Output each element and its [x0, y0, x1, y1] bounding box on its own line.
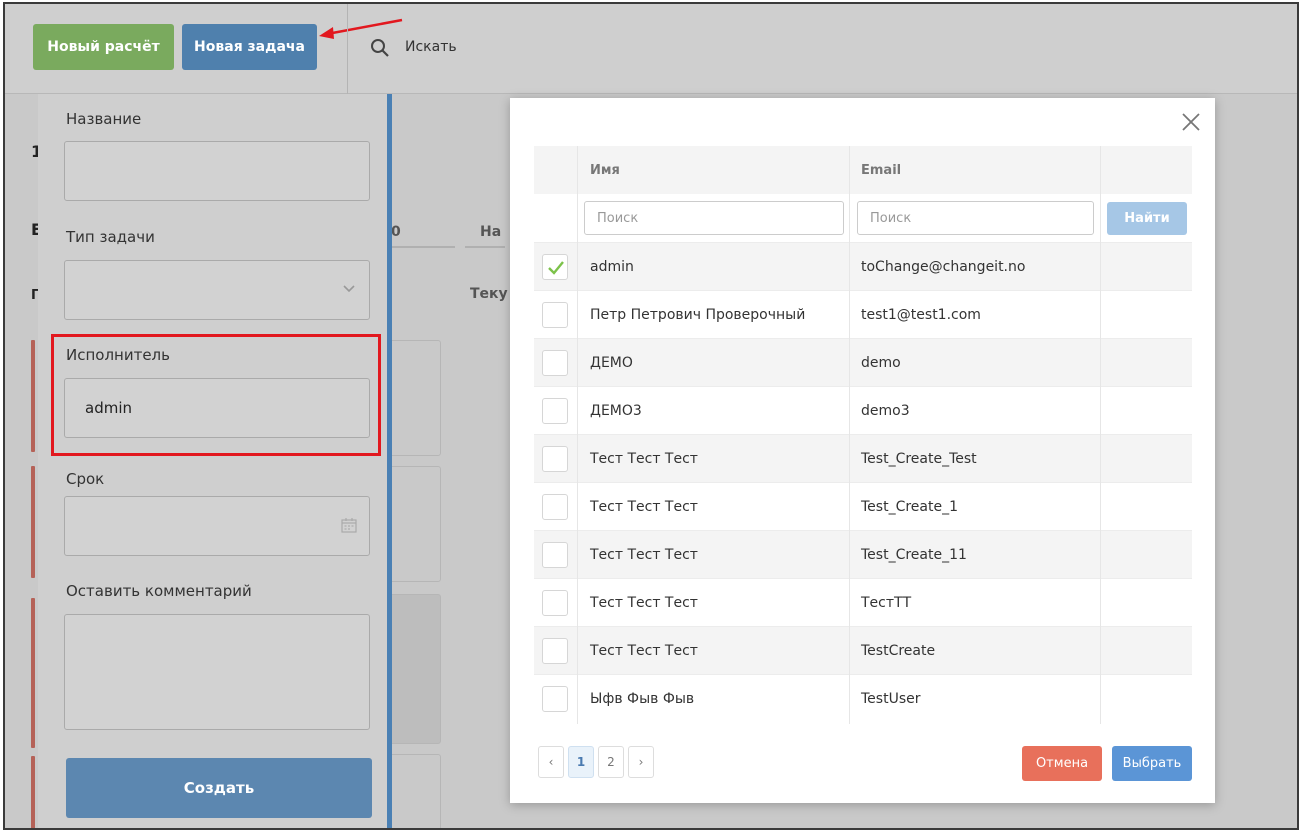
table-row[interactable]: ДЕМО demo — [534, 338, 1192, 386]
background-text: На — [480, 224, 502, 240]
user-name-cell: admin — [590, 258, 634, 275]
background-status-strip — [31, 598, 35, 748]
row-checkbox[interactable] — [542, 302, 568, 328]
due-date-field[interactable] — [64, 496, 370, 556]
email-search-input[interactable]: Поиск — [857, 201, 1094, 235]
user-name-cell: Петр Петрович Проверочный — [590, 306, 806, 323]
panel-edge-bar — [387, 94, 392, 828]
new-calculation-button[interactable]: Новый расчёт — [33, 24, 174, 70]
user-email-cell: ТестТТ — [861, 594, 912, 611]
user-name-cell: Тест Тест Тест — [590, 546, 698, 563]
app-frame: Новый расчёт Новая задача Искать 0 На Те… — [3, 2, 1299, 830]
background-card — [385, 754, 441, 828]
row-checkbox[interactable] — [542, 494, 568, 520]
table-row[interactable]: Тест Тест Тест Test_Create_1 — [534, 482, 1192, 530]
user-name-cell: Тест Тест Тест — [590, 450, 698, 467]
table-row[interactable]: Тест Тест Тест Test_Create_Test — [534, 434, 1192, 482]
page-1-button[interactable]: 1 — [568, 746, 594, 778]
background-card — [385, 340, 441, 456]
close-icon[interactable] — [1179, 110, 1203, 134]
page-2-button[interactable]: 2 — [598, 746, 624, 778]
user-email-cell: TestCreate — [861, 642, 936, 659]
table-row[interactable]: ДЕМО3 demo3 — [534, 386, 1192, 434]
task-type-select[interactable] — [64, 260, 370, 320]
user-select-dialog: Имя Email Поиск Поиск Найти admin toChang… — [510, 98, 1215, 803]
row-checkbox[interactable] — [542, 350, 568, 376]
due-date-label: Срок — [66, 470, 105, 488]
table-header-row: Имя Email — [534, 146, 1192, 194]
user-name-cell: ДЕМО — [590, 354, 633, 371]
table-row[interactable]: Петр Петрович Проверочный test1@test1.com — [534, 290, 1192, 338]
background-status-strip — [31, 466, 35, 578]
name-field[interactable] — [64, 141, 370, 201]
comment-label: Оставить комментарий — [66, 582, 252, 600]
user-email-cell: test1@test1.com — [861, 306, 981, 323]
new-task-panel: Название Тип задачи Исполнитель admin Ср… — [38, 94, 388, 828]
user-email-cell: demo3 — [861, 402, 910, 419]
checkmark-icon — [548, 261, 564, 275]
toolbar-divider — [347, 4, 348, 94]
background-text: 0 — [391, 224, 401, 240]
table-row[interactable]: Тест Тест Тест Test_Create_11 — [534, 530, 1192, 578]
next-page-button[interactable]: › — [628, 746, 654, 778]
background-text: Теку — [470, 286, 508, 302]
user-email-cell: TestUser — [861, 690, 921, 707]
row-checkbox[interactable] — [542, 254, 568, 280]
table-row[interactable]: Тест Тест Тест ТестТТ — [534, 578, 1192, 626]
search-link[interactable]: Искать — [405, 39, 457, 55]
user-email-cell: Test_Create_11 — [861, 546, 967, 563]
user-email-cell: demo — [861, 354, 901, 371]
background-divider — [465, 246, 505, 248]
column-divider — [849, 146, 850, 724]
comment-textarea[interactable] — [64, 614, 370, 730]
row-checkbox[interactable] — [542, 398, 568, 424]
row-checkbox[interactable] — [542, 446, 568, 472]
user-name-cell: Тест Тест Тест — [590, 498, 698, 515]
background-status-strip — [31, 756, 35, 828]
filter-row: Поиск Поиск Найти — [534, 194, 1192, 242]
name-label: Название — [66, 110, 142, 128]
highlight-annotation-box — [51, 334, 381, 456]
find-button[interactable]: Найти — [1107, 202, 1187, 235]
calendar-icon[interactable] — [341, 517, 357, 533]
table-row[interactable]: admin toChange@changeit.no — [534, 242, 1192, 290]
cancel-button[interactable]: Отмена — [1022, 746, 1102, 781]
user-name-cell: Ыфв Фыв Фыв — [590, 690, 695, 707]
background-card — [385, 594, 441, 744]
search-icon[interactable] — [370, 38, 390, 58]
column-divider — [577, 146, 578, 724]
background-divider — [385, 246, 455, 248]
red-arrow-annotation — [319, 18, 403, 39]
background-status-strip — [31, 340, 35, 452]
chevron-down-icon — [343, 285, 355, 293]
select-button[interactable]: Выбрать — [1112, 746, 1192, 781]
table-row[interactable]: Ыфв Фыв Фыв TestUser — [534, 674, 1192, 722]
background-card — [385, 466, 441, 582]
row-checkbox[interactable] — [542, 686, 568, 712]
row-checkbox[interactable] — [542, 542, 568, 568]
row-checkbox[interactable] — [542, 590, 568, 616]
prev-page-button[interactable]: ‹ — [538, 746, 564, 778]
user-email-cell: Test_Create_1 — [861, 498, 958, 515]
table-row[interactable]: Тест Тест Тест TestCreate — [534, 626, 1192, 674]
user-email-cell: Test_Create_Test — [861, 450, 977, 467]
pagination: ‹ 1 2 › — [538, 746, 654, 778]
top-toolbar: Новый расчёт Новая задача Искать — [5, 4, 1297, 94]
user-name-cell: Тест Тест Тест — [590, 594, 698, 611]
new-task-button[interactable]: Новая задача — [182, 24, 317, 70]
user-email-cell: toChange@changeit.no — [861, 258, 1026, 275]
name-search-input[interactable]: Поиск — [584, 201, 844, 235]
users-table: Имя Email Поиск Поиск Найти admin toChang… — [534, 146, 1192, 724]
create-task-button[interactable]: Создать — [66, 758, 372, 818]
column-divider — [1100, 146, 1101, 724]
task-type-label: Тип задачи — [66, 228, 155, 246]
column-header-email: Email — [861, 162, 902, 178]
user-name-cell: Тест Тест Тест — [590, 642, 698, 659]
user-name-cell: ДЕМО3 — [590, 402, 642, 419]
column-header-name: Имя — [590, 162, 620, 178]
row-checkbox[interactable] — [542, 638, 568, 664]
